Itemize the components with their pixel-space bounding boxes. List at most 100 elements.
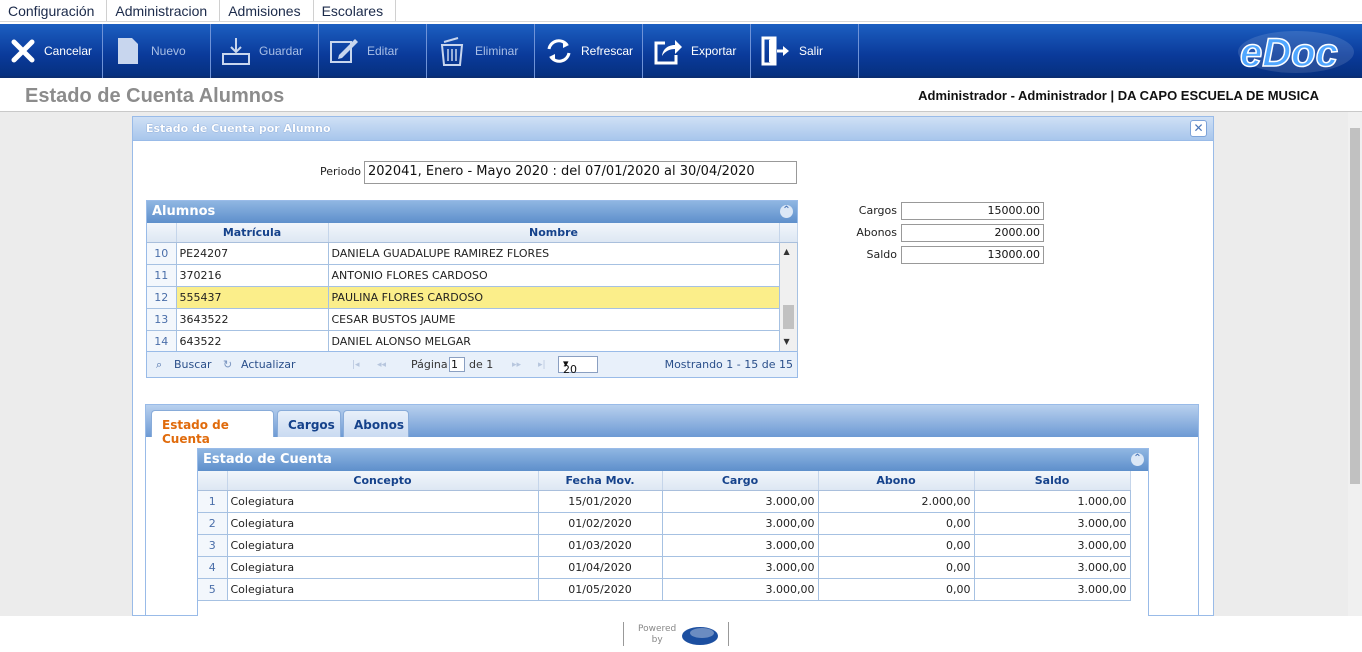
menu-administracion[interactable]: Administracion <box>107 0 221 21</box>
grid-scrollbar[interactable]: ▲ ▼ <box>779 242 798 353</box>
export-label: Exportar <box>691 44 737 58</box>
page-input[interactable]: 1 <box>449 357 465 372</box>
tab-strip: Estado de Cuenta Cargos Abonos <box>146 405 1198 446</box>
powered-by: Powered by <box>623 622 729 646</box>
alumnos-title: Alumnos <box>152 204 216 219</box>
table-row[interactable]: 11 370216 ANTONIO FLORES CARDOSO <box>147 264 797 287</box>
by-text: by <box>651 635 663 645</box>
alumnos-table: Matrícula Nombre 10 PE24207 DANIELA GUAD… <box>147 223 798 353</box>
menu-admisiones[interactable]: Admisiones <box>220 0 314 21</box>
edit-button[interactable]: Editar <box>319 24 427 78</box>
edit-label: Editar <box>367 44 399 58</box>
prev-page-icon[interactable]: ◂◂ <box>377 360 386 370</box>
scroll-up-icon[interactable]: ▲ <box>784 247 790 256</box>
delete-label: Eliminar <box>475 44 519 58</box>
export-button[interactable]: Exportar <box>643 24 751 78</box>
exit-door-icon <box>761 35 791 67</box>
first-page-icon[interactable]: |◂ <box>352 360 360 370</box>
table-row[interactable]: 5 Colegiatura 01/05/2020 3.000,00 0,00 3… <box>198 578 1131 601</box>
table-row-selected[interactable]: 12 555437 PAULINA FLORES CARDOSO <box>147 286 797 309</box>
alumnos-grid: Alumnos ⌃ Matrícula Nombre 10 PE24207 DA… <box>146 200 798 378</box>
x-icon <box>10 35 36 67</box>
next-page-icon[interactable]: ▸▸ <box>512 360 521 370</box>
menu-bar: Configuración Administracion Admisiones … <box>0 0 1362 22</box>
col-saldo[interactable]: Saldo <box>974 471 1131 491</box>
showing-text: Mostrando 1 - 15 de 15 <box>664 358 793 371</box>
close-icon[interactable]: ✕ <box>1190 120 1207 137</box>
cancel-button[interactable]: Cancelar <box>0 24 103 78</box>
cancel-label: Cancelar <box>43 44 92 58</box>
delete-button[interactable]: Eliminar <box>427 24 535 78</box>
table-row[interactable]: 3 Colegiatura 01/03/2020 3.000,00 0,00 3… <box>198 534 1131 557</box>
abonos-field[interactable]: 2000.00 <box>901 224 1044 242</box>
footer: Powered by <box>0 616 1362 652</box>
company-logo-icon <box>682 627 718 645</box>
periodo-field[interactable]: 202041, Enero - Mayo 2020 : del 07/01/20… <box>364 161 797 184</box>
window-header: Estado de Cuenta por Alumno ✕ <box>133 117 1213 141</box>
periodo-label: Periodo <box>320 165 362 178</box>
scrollbar-thumb[interactable] <box>1350 128 1360 484</box>
table-row[interactable]: 1 Colegiatura 15/01/2020 3.000,00 2.000,… <box>198 490 1131 513</box>
new-label: Nuevo <box>151 44 186 58</box>
table-row[interactable]: 13 3643522 CESAR BUSTOS JAUME <box>147 308 797 331</box>
refresh-label: Refrescar <box>581 44 634 58</box>
col-concepto[interactable]: Concepto <box>227 471 539 491</box>
save-button[interactable]: Guardar <box>211 24 319 78</box>
collapse-icon[interactable]: ⌃ <box>780 205 793 218</box>
col-fecha[interactable]: Fecha Mov. <box>538 471 663 491</box>
svg-text:eDoc: eDoc <box>1240 31 1338 75</box>
estado-title: Estado de Cuenta <box>203 452 332 467</box>
page-title: Estado de Cuenta Alumnos <box>25 85 285 107</box>
estado-grid: Estado de Cuenta ⌃ Concepto Fecha Mov. C… <box>197 448 1149 618</box>
tab-estado-de-cuenta[interactable]: Estado de Cuenta <box>151 410 274 446</box>
table-row[interactable]: 2 Colegiatura 01/02/2020 3.000,00 0,00 3… <box>198 512 1131 535</box>
table-row[interactable]: 4 Colegiatura 01/04/2020 3.000,00 0,00 3… <box>198 556 1131 579</box>
table-row[interactable]: 10 PE24207 DANIELA GUADALUPE RAMIREZ FLO… <box>147 242 798 353</box>
tab-cargos[interactable]: Cargos <box>277 410 341 437</box>
search-icon[interactable]: ⌕ <box>156 358 162 372</box>
toolbar: Cancelar Nuevo Guardar Editar Eliminar R… <box>0 24 1362 78</box>
tab-abonos[interactable]: Abonos <box>343 410 409 437</box>
edit-pencil-icon <box>329 35 359 67</box>
refresh-arrows-icon <box>545 35 573 67</box>
new-button[interactable]: Nuevo <box>103 24 211 78</box>
tab-panel: Estado de Cuenta Cargos Abonos Estado de… <box>145 404 1199 618</box>
collapse-icon[interactable]: ⌃ <box>1131 453 1144 466</box>
saldo-label: Saldo <box>866 248 898 261</box>
col-cargo[interactable]: Cargo <box>662 471 819 491</box>
estado-table: Concepto Fecha Mov. Cargo Abono Saldo 1 … <box>198 471 1131 601</box>
exit-label: Salir <box>799 44 824 58</box>
col-abono[interactable]: Abono <box>818 471 975 491</box>
cargos-field[interactable]: 15000.00 <box>901 202 1044 220</box>
exit-button[interactable]: Salir <box>751 24 859 78</box>
estado-grid-header: Estado de Cuenta ⌃ <box>198 449 1148 471</box>
powered-text: Powered <box>638 624 677 634</box>
cargos-label: Cargos <box>858 204 897 217</box>
user-info: Administrador - Administrador | DA CAPO … <box>918 88 1319 103</box>
save-tray-icon <box>221 35 251 67</box>
refresh-button[interactable]: Refrescar <box>535 24 643 78</box>
page-header: Estado de Cuenta Alumnos Administrador -… <box>0 80 1362 112</box>
table-row[interactable]: 14 643522 DANIEL ALONSO MELGAR <box>147 330 797 353</box>
page-label: Página <box>411 358 448 371</box>
alumnos-pager: ⌕ Buscar ↻ Actualizar |◂ ◂◂ Página 1 de … <box>147 351 797 377</box>
page-scrollbar[interactable] <box>1348 112 1362 616</box>
saldo-field[interactable]: 13000.00 <box>901 246 1044 264</box>
actualizar-button[interactable]: Actualizar <box>241 358 296 371</box>
grid-scroll-thumb[interactable] <box>782 304 794 329</box>
edoc-logo: eDoc <box>1236 28 1356 76</box>
scroll-down-icon[interactable]: ▼ <box>784 337 790 346</box>
search-button[interactable]: Buscar <box>174 358 212 371</box>
save-label: Guardar <box>259 44 304 58</box>
scroll-header <box>779 223 798 243</box>
document-icon <box>113 35 143 67</box>
export-icon <box>653 35 683 67</box>
col-matricula[interactable]: Matrícula <box>176 223 329 243</box>
window-title: Estado de Cuenta por Alumno <box>146 122 331 135</box>
menu-escolares[interactable]: Escolares <box>314 0 397 21</box>
col-nombre[interactable]: Nombre <box>328 223 780 243</box>
page-size-select[interactable]: 20 ▾ <box>558 356 598 376</box>
refresh-icon[interactable]: ↻ <box>223 358 232 371</box>
menu-configuracion[interactable]: Configuración <box>0 0 108 21</box>
last-page-icon[interactable]: ▸| <box>538 360 546 370</box>
